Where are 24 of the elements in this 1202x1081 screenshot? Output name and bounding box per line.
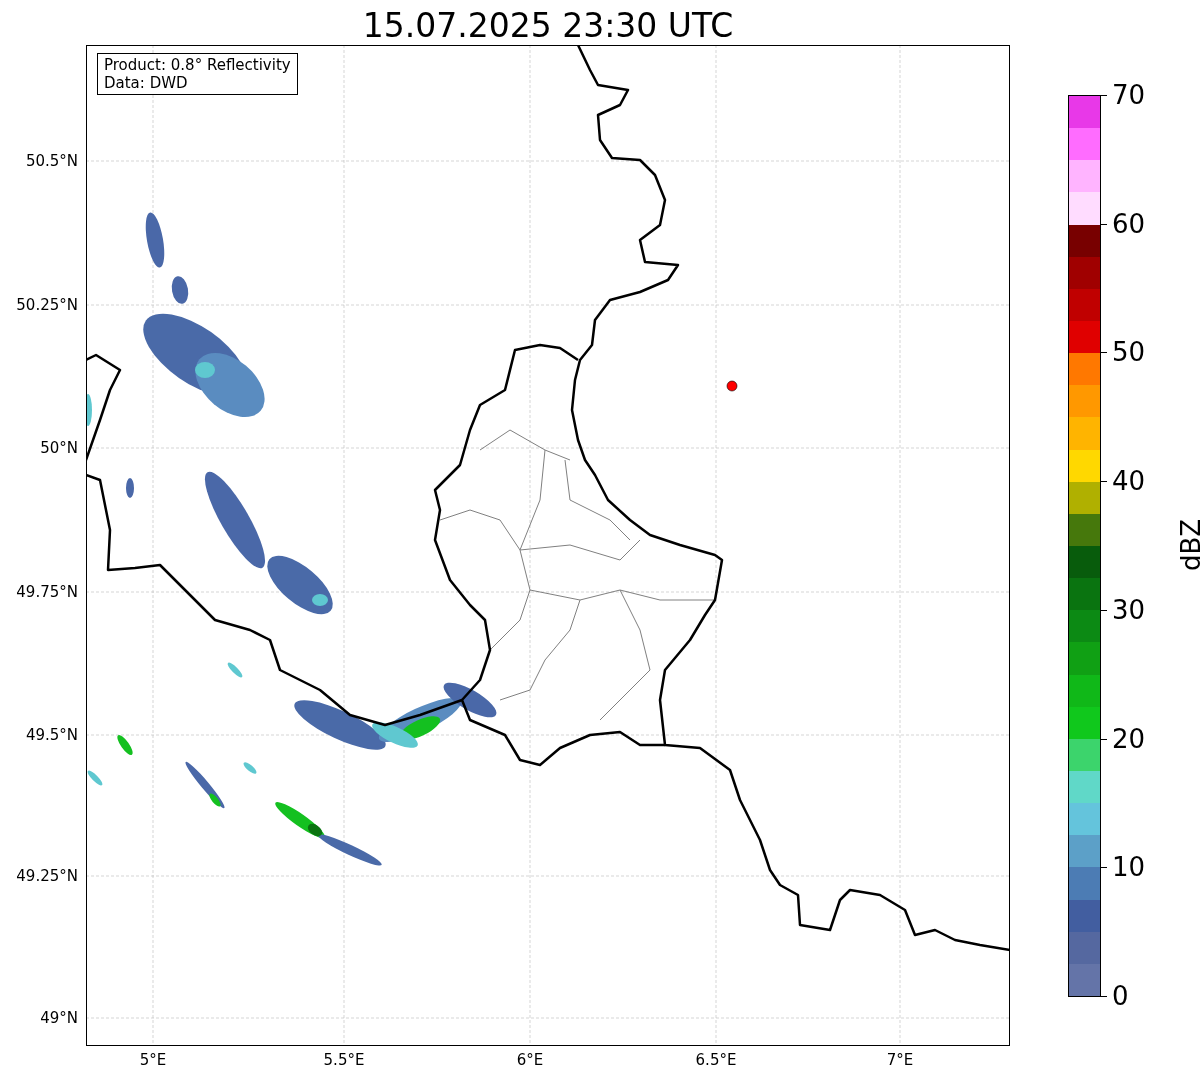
latitude-label: 49°N: [40, 1009, 78, 1027]
colorbar-tick-label: 50: [1112, 337, 1146, 368]
latitude-label: 49.75°N: [16, 583, 78, 601]
colorbar-tick-label: 30: [1112, 594, 1146, 625]
colorbar-tick-label: 40: [1112, 466, 1146, 497]
colorbar-tick-label: 20: [1112, 723, 1146, 754]
chart-title: 15.07.2025 23:30 UTC: [361, 6, 735, 46]
longitude-label: 6°E: [516, 1051, 544, 1069]
longitude-label: 6.5°E: [695, 1051, 737, 1069]
longitude-label: 7°E: [886, 1051, 914, 1069]
latitude-label: 49.25°N: [16, 867, 78, 885]
colorbar-tick-label: 70: [1112, 80, 1146, 110]
info-text: Data: DWD: [104, 74, 189, 92]
info-text: Product: 0.8° Reflectivity: [104, 56, 291, 74]
colorbar-tick-label: 0: [1112, 981, 1129, 1011]
colorbar-tick-label: 60: [1112, 208, 1146, 239]
longitude-label: 5°E: [139, 1051, 167, 1069]
latitude-label: 50°N: [40, 439, 78, 457]
latitude-label: 50.25°N: [16, 296, 78, 314]
latitude-label: 50.5°N: [25, 152, 78, 170]
latitude-label: 49.5°N: [25, 726, 78, 744]
colorbar-label: dBZ: [1176, 518, 1202, 572]
longitude-label: 5.5°E: [323, 1051, 365, 1069]
colorbar-tick-label: 10: [1112, 852, 1146, 883]
